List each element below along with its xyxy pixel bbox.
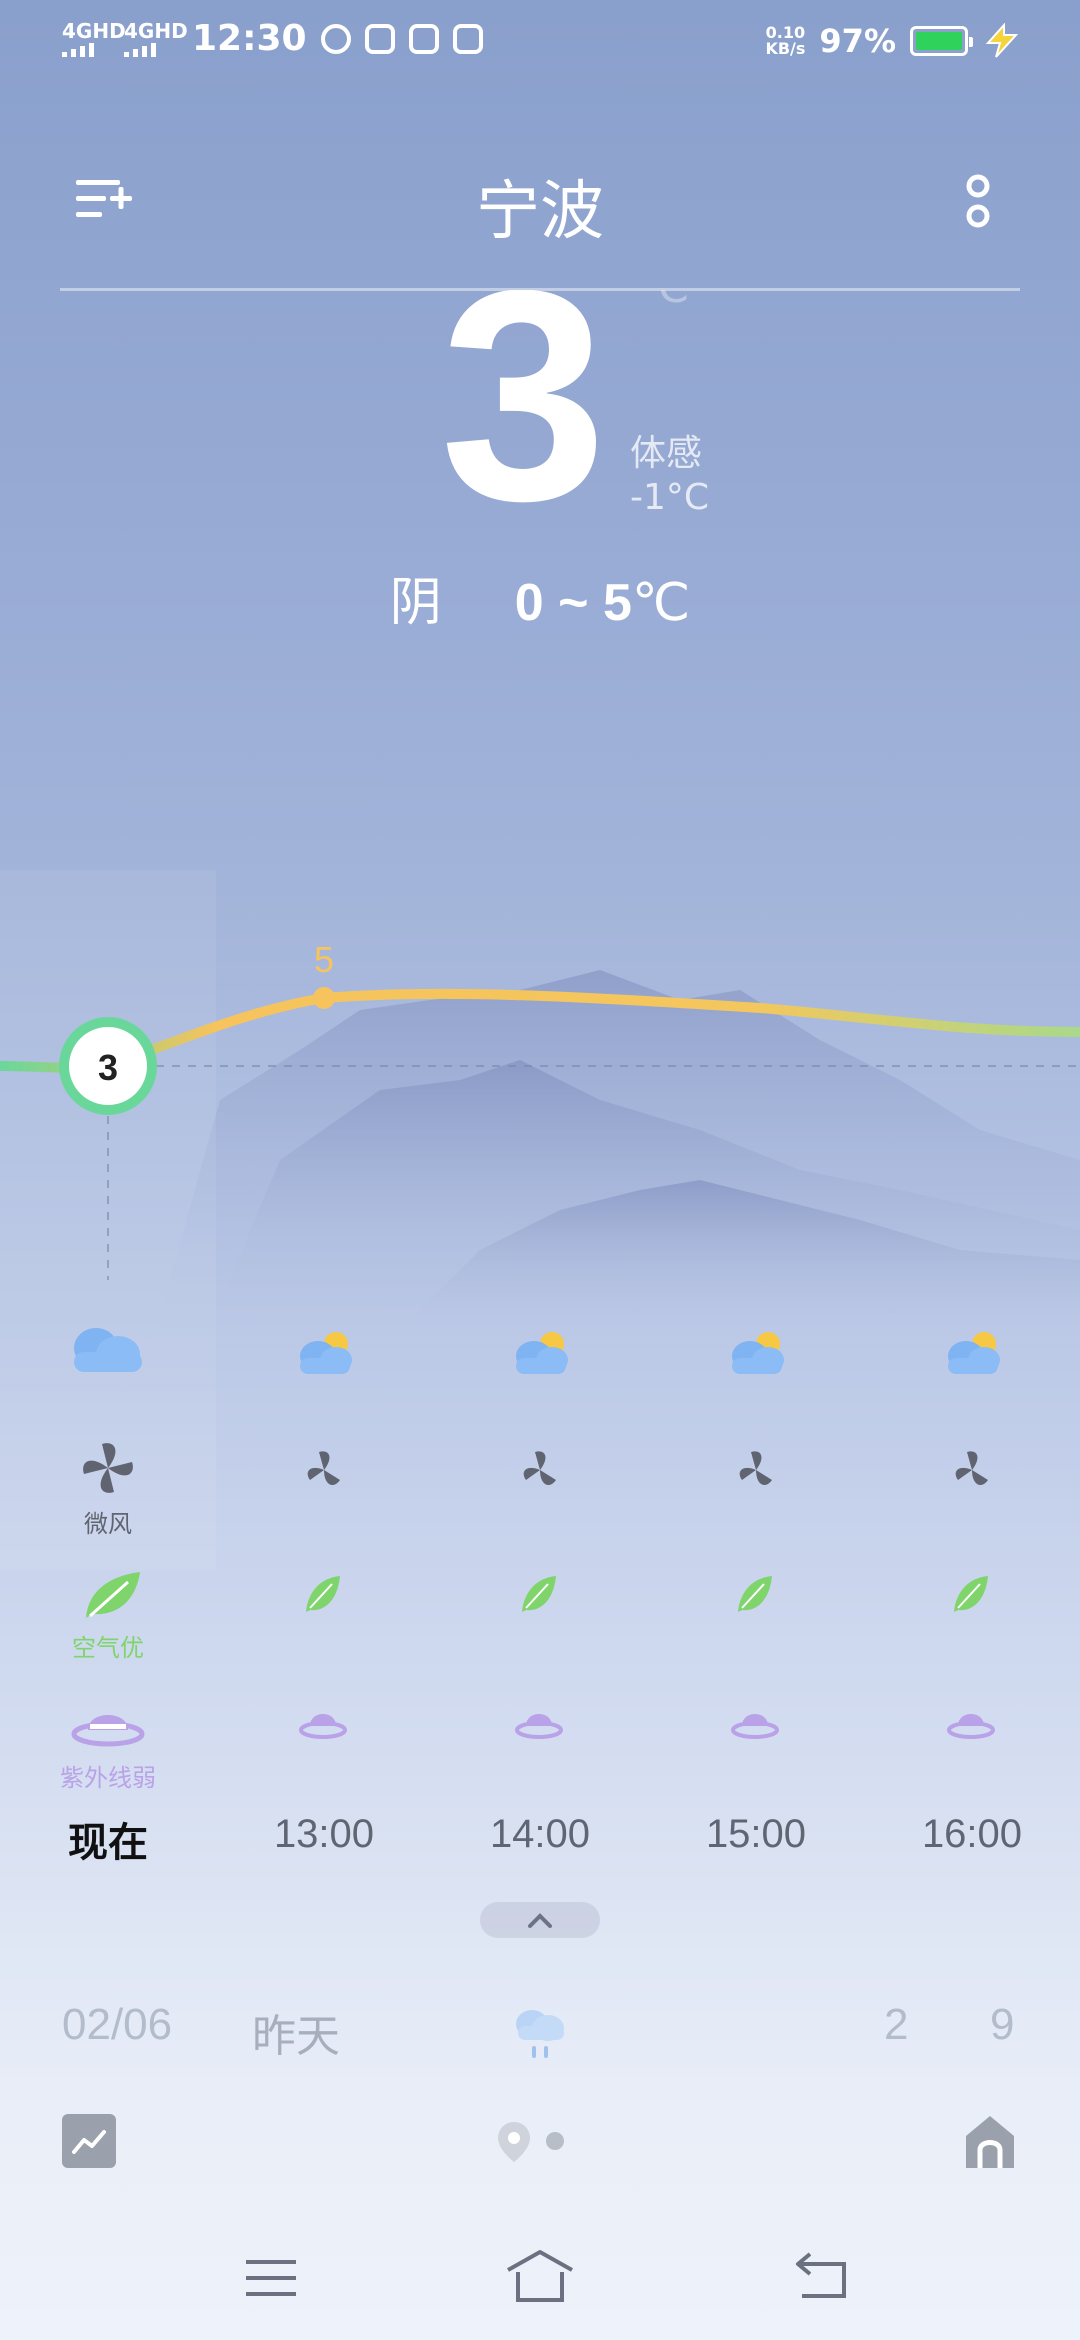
hour-time[interactable]: 13:00 bbox=[254, 1812, 394, 1857]
hourly-temperature-chart: 3 5 bbox=[0, 939, 1080, 1280]
feels-label: 体感 bbox=[630, 433, 703, 474]
location-icon bbox=[498, 2122, 530, 2162]
temperature-curve bbox=[0, 988, 1080, 1073]
partly-cloudy-icon bbox=[300, 1332, 352, 1374]
card-icon bbox=[452, 23, 483, 54]
leaf-icon bbox=[738, 1576, 772, 1612]
status-right: 0.10 KB/s 97% bbox=[765, 22, 1022, 60]
wind-fan-icon bbox=[523, 1451, 556, 1486]
more-options-icon[interactable] bbox=[960, 172, 996, 234]
hour-time-now[interactable]: 现在 bbox=[38, 1810, 178, 1868]
house-icon bbox=[966, 2116, 1014, 2168]
uv-label: 紫外线弱 bbox=[60, 1764, 156, 1792]
chevron-up-icon bbox=[528, 1913, 552, 1928]
leaf-icon bbox=[306, 1576, 340, 1612]
partly-cloudy-icon bbox=[516, 1332, 568, 1374]
daily-date: 02/06 bbox=[62, 2000, 173, 2049]
hour-time[interactable]: 14:00 bbox=[470, 1812, 610, 1857]
battery-icon bbox=[910, 26, 973, 56]
peak-temp-point bbox=[313, 987, 335, 1009]
wind-fan-icon bbox=[307, 1451, 340, 1486]
leaf-icon bbox=[522, 1576, 556, 1612]
clock: 12:30 bbox=[192, 18, 307, 59]
feels-like: 体感 -1°C bbox=[630, 432, 709, 520]
rain-icon bbox=[516, 2010, 564, 2058]
signal-bars-icon bbox=[62, 42, 110, 57]
expand-handle[interactable] bbox=[480, 1902, 600, 1938]
sync-icon bbox=[320, 23, 351, 54]
card-icon bbox=[408, 23, 439, 54]
condition-summary: 阴 0 ~ 5℃ bbox=[0, 560, 1080, 635]
city-title: 宁波 bbox=[476, 175, 604, 249]
menu-icon[interactable] bbox=[244, 2256, 300, 2300]
daily-high: 9 bbox=[990, 2000, 1015, 2049]
page-indicator-dot bbox=[546, 2132, 564, 2150]
hour-time[interactable]: 15:00 bbox=[686, 1812, 826, 1857]
daily-low: 2 bbox=[884, 2000, 909, 2049]
sun-hat-icon bbox=[515, 1714, 563, 1739]
sun-hat-icon bbox=[731, 1714, 779, 1739]
temp-range-unit: ℃ bbox=[631, 573, 691, 633]
post-icon bbox=[364, 23, 395, 54]
net-speed: 0.10 KB/s bbox=[765, 25, 805, 57]
partly-cloudy-icon bbox=[948, 1332, 1000, 1374]
sun-hat-icon bbox=[299, 1714, 347, 1739]
battery-percent: 97% bbox=[819, 22, 896, 60]
back-icon[interactable] bbox=[792, 2250, 852, 2302]
signal-bars-icon bbox=[124, 42, 172, 57]
network-type-1: 4GHD bbox=[62, 18, 126, 43]
wind-fan-icon bbox=[739, 1451, 772, 1486]
trend-icon bbox=[72, 2130, 106, 2154]
status-left: 4GHD 4GHD 12:30 bbox=[62, 18, 483, 59]
network-type-2: 4GHD bbox=[124, 18, 188, 43]
status-bar: 4GHD 4GHD 12:30 0.10 KB/s 97% bbox=[0, 0, 1080, 84]
peak-temp-label: 5 bbox=[314, 939, 334, 980]
sun-hat-icon bbox=[947, 1714, 995, 1739]
home-icon[interactable] bbox=[504, 2248, 576, 2304]
signal-1: 4GHD bbox=[62, 21, 126, 57]
daily-day: 昨天 bbox=[252, 2011, 340, 2062]
partly-cloudy-icon bbox=[732, 1332, 784, 1374]
now-temp-label: 3 bbox=[98, 1047, 118, 1088]
feels-value: -1°C bbox=[630, 477, 710, 518]
wind-fan-icon bbox=[955, 1451, 988, 1486]
home-weather-button[interactable] bbox=[962, 2112, 1018, 2170]
charging-icon bbox=[985, 23, 1019, 58]
system-nav-bar bbox=[0, 2200, 1080, 2340]
hourly-icon-grid bbox=[0, 1318, 1080, 1739]
signal-2: 4GHD bbox=[124, 21, 188, 57]
trend-button[interactable] bbox=[62, 2114, 116, 2168]
hour-time[interactable]: 16:00 bbox=[902, 1812, 1042, 1857]
leaf-icon bbox=[954, 1576, 988, 1612]
condition-text: 阴 bbox=[389, 573, 442, 633]
temp-range: 0 ~ 5 bbox=[514, 574, 632, 632]
speed-unit: KB/s bbox=[765, 39, 806, 58]
current-temperature: 3 bbox=[440, 227, 607, 563]
